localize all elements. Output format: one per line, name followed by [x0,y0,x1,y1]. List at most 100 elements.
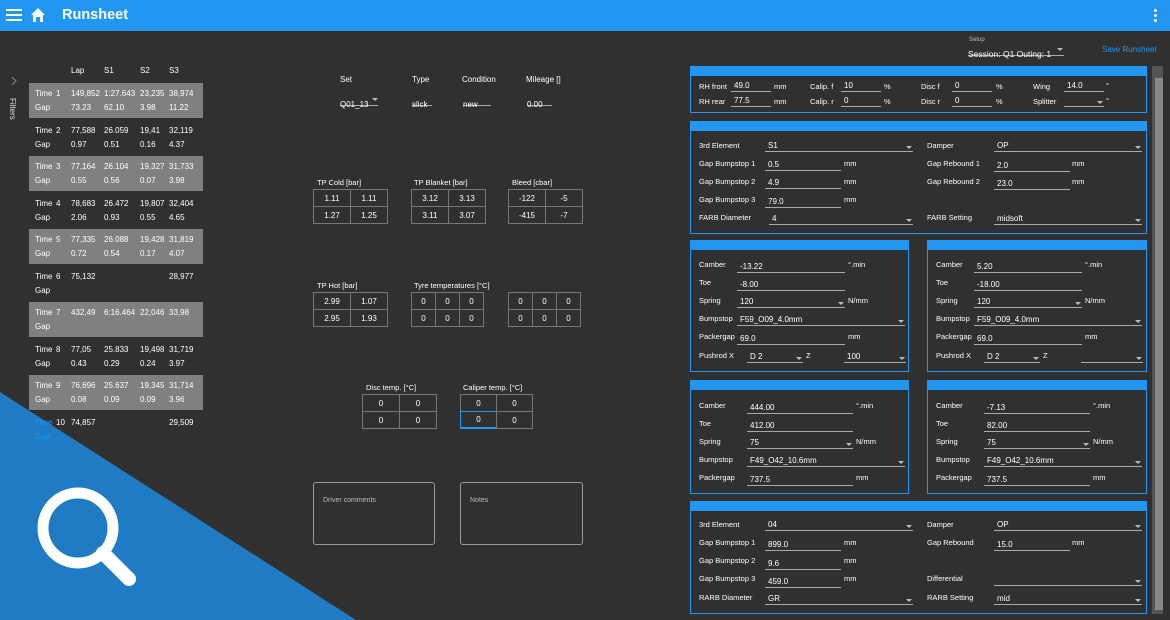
tp-hot-cell[interactable]: 2.99 [313,292,351,310]
tp-cold-cell[interactable]: 1.11 [313,189,351,207]
fr-camber-field[interactable]: 5.20 [974,262,1082,273]
rl-packergap-field[interactable]: 737.5 [747,475,853,486]
rr-bumpstop-select[interactable]: F49_O42_10.6mm [984,456,1142,467]
bleed-cell[interactable]: -415 [508,206,546,224]
tp-hot-cell[interactable]: 1.93 [350,309,388,327]
chevron-down-icon [1083,443,1089,446]
rh-front-field[interactable]: 49.0 [731,81,771,92]
unit-pct: % [996,97,1003,106]
gap-bumpstop-1-field[interactable]: 0.5 [765,160,841,171]
rr-toe-field[interactable]: 82.00 [984,421,1090,432]
rear-gap-rebound-field[interactable]: 15.0 [994,540,1070,551]
mileage-field[interactable]: 0.00 [527,94,552,109]
type-field[interactable]: slick [412,94,432,109]
tp-hot-cell[interactable]: 2.95 [313,309,351,327]
caliper-temp-cell[interactable]: 0 [460,394,497,412]
rh-rear-field[interactable]: 77.5 [731,96,771,107]
farb-diameter-select[interactable]: 4 [769,214,913,225]
tyre-temp-cell[interactable]: 0 [435,309,460,327]
tyre-temp-cell[interactable]: 0 [532,309,557,327]
fr-bumpstop-select[interactable]: F59_O09_4.0mm [974,315,1142,326]
damper-select[interactable]: OP [994,141,1142,152]
set-select[interactable]: Q01_13 [340,94,378,109]
disc-f-field[interactable]: 0 [952,81,992,92]
bleed-cell[interactable]: -7 [545,206,583,224]
rear-gap-bumpstop-1-field[interactable]: 899.0 [765,540,841,551]
fl-toe-field[interactable]: -8.00 [737,280,845,291]
fr-packergap-field[interactable]: 69.0 [974,334,1082,345]
disc-temp-cell[interactable]: 0 [399,394,437,412]
fl-spring-select[interactable]: 120 [737,297,845,308]
rr-spring-select[interactable]: 75 [984,438,1090,449]
condition-field[interactable]: new [463,94,491,109]
menu-icon[interactable] [6,9,22,21]
calip-r-field[interactable]: 0 [841,96,881,107]
rear-gap-bumpstop-3-field[interactable]: 459.0 [765,577,841,588]
rl-bumpstop-select[interactable]: F49_O42_10.6mm [747,456,905,467]
fr-pushrod-select[interactable]: D 2 [984,352,1040,363]
rr-camber-field[interactable]: -7.13 [984,403,1090,414]
fl-bumpstop-select[interactable]: F59_O09_4.0mm [737,315,905,326]
gap-bumpstop-3-field[interactable]: 79.0 [765,197,841,208]
rarb-diameter-select[interactable]: GR [765,594,913,605]
tyre-temp-cell[interactable]: 0 [556,292,581,310]
disc-temp-cell[interactable]: 0 [399,411,437,429]
fl-packergap-field[interactable]: 69.0 [737,334,845,345]
farb-setting-select[interactable]: midsoft [994,214,1142,225]
rl-toe-field[interactable]: 412.00 [747,421,853,432]
tp-cold-cell[interactable]: 1.25 [350,206,388,224]
rr-packergap-field[interactable]: 737.5 [984,475,1090,486]
rl-spring-select[interactable]: 75 [747,438,853,449]
caliper-temp-cell[interactable]: 0 [496,394,533,412]
bleed-cell[interactable]: -122 [508,189,546,207]
tp-blanket-cell[interactable]: 3.07 [448,206,486,224]
disc-temp-cell[interactable]: 0 [362,394,400,412]
tyre-temp-cell[interactable]: 0 [508,309,533,327]
tyre-temp-cell[interactable]: 0 [459,309,484,327]
tp-blanket-cell[interactable]: 3.12 [411,189,449,207]
tp-cold-cell[interactable]: 1.11 [350,189,388,207]
calip-f-field[interactable]: 10 [841,81,881,92]
tp-hot-cell[interactable]: 1.07 [350,292,388,310]
rear-third-element-select[interactable]: 04 [765,520,913,531]
fl-pushrod-select[interactable]: D 2 [747,352,803,363]
fl-camber-field[interactable]: -13.22 [737,262,845,273]
session-select[interactable]: Session: Q1 Outing: 1 [968,44,1064,59]
filters-toggle[interactable]: Filters [8,98,17,120]
caliper-temp-cell[interactable]: 0 [496,411,533,429]
more-options-icon[interactable] [1154,9,1158,24]
save-runsheet-button[interactable]: Save Runsheet [1102,45,1157,54]
tyre-temp-cell[interactable]: 0 [508,292,533,310]
differential-select[interactable] [994,575,1142,586]
home-icon[interactable] [30,7,46,23]
tyre-temp-cell[interactable]: 0 [532,292,557,310]
tyre-temp-cell[interactable]: 0 [411,309,436,327]
rear-gap-bumpstop-2-field[interactable]: 9.6 [765,559,841,570]
fl-z-select[interactable]: 100 [844,352,906,363]
chevron-right-icon[interactable] [11,77,17,85]
third-element-select[interactable]: S1 [765,141,913,152]
rear-damper-select[interactable]: OP [994,520,1142,531]
tp-cold-cell[interactable]: 1.27 [313,206,351,224]
rl-camber-field[interactable]: 444.00 [747,403,853,414]
tyre-temp-cell[interactable]: 0 [459,292,484,310]
notes-textarea[interactable]: Notes [460,482,583,545]
caliper-temp-cell[interactable]: 0 [460,411,497,429]
tyre-temp-cell[interactable]: 0 [411,292,436,310]
tp-blanket-cell[interactable]: 3.13 [448,189,486,207]
fr-spring-select[interactable]: 120 [974,297,1082,308]
disc-r-field[interactable]: 0 [952,96,992,107]
disc-temp-cell[interactable]: 0 [362,411,400,429]
rarb-setting-select[interactable]: mid [994,594,1142,605]
wing-field[interactable]: 14.0 [1064,81,1104,92]
gap-rebound-2-field[interactable]: 23.0 [994,179,1070,190]
tyre-temp-cell[interactable]: 0 [435,292,460,310]
gap-bumpstop-2-field[interactable]: 4.9 [765,178,841,189]
scrollbar-thumb[interactable] [1155,78,1163,610]
bleed-cell[interactable]: -5 [545,189,583,207]
fr-toe-field[interactable]: -18.00 [974,280,1082,291]
fr-z-select[interactable] [1081,352,1143,363]
tp-blanket-cell[interactable]: 3.11 [411,206,449,224]
tyre-temp-cell[interactable]: 0 [556,309,581,327]
gap-rebound-1-field[interactable]: 2.0 [994,161,1070,172]
